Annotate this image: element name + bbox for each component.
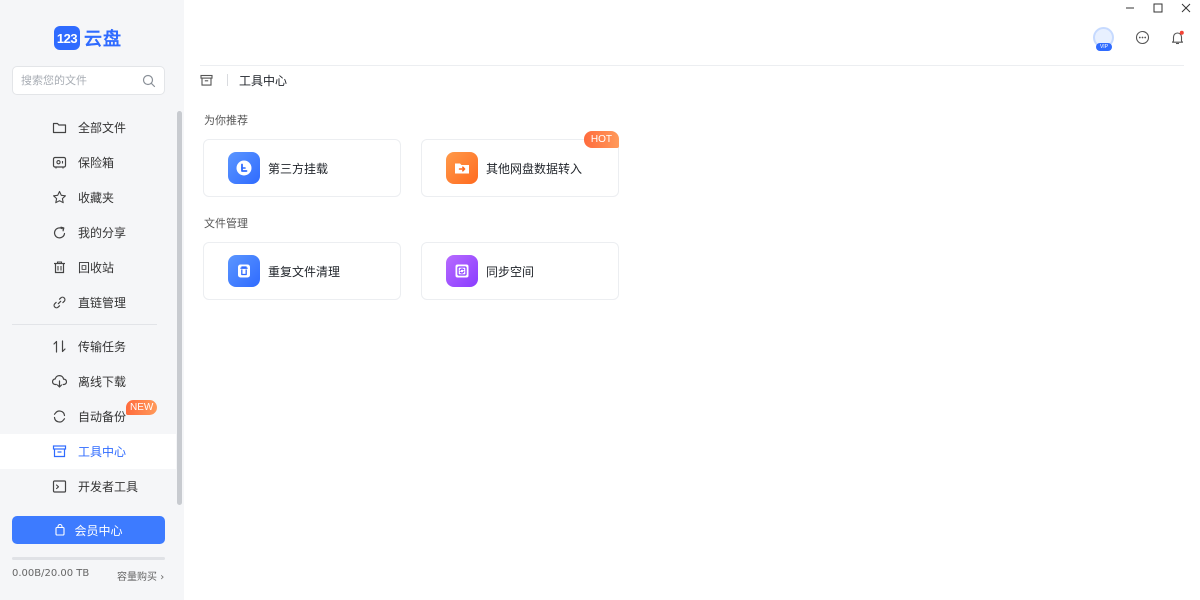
sidebar-item-label: 工具中心 xyxy=(78,445,127,459)
section-title-file-management: 文件管理 xyxy=(204,217,248,230)
header-divider xyxy=(200,65,1184,66)
sidebar-item-direct-link[interactable]: 直链管理 xyxy=(0,285,176,320)
sidebar-item-auto-backup[interactable]: 自动备份 NEW xyxy=(0,399,176,434)
card-label: 其他网盘数据转入 xyxy=(486,161,583,176)
link-icon xyxy=(53,296,66,309)
toolbox-icon xyxy=(52,445,67,458)
tool-card-third-party-mount[interactable]: 第三方挂载 xyxy=(203,139,401,197)
storage-progress-bar xyxy=(12,557,165,560)
vip-center-button[interactable]: 会员中心 xyxy=(12,516,165,544)
bell-icon[interactable] xyxy=(1170,30,1185,45)
vip-bag-icon xyxy=(55,524,66,536)
search-box[interactable] xyxy=(12,66,165,95)
safe-icon xyxy=(52,156,67,169)
sidebar-item-label: 开发者工具 xyxy=(78,480,139,494)
maximize-button[interactable] xyxy=(1144,0,1172,16)
trash-icon xyxy=(54,261,65,274)
sidebar-item-label: 回收站 xyxy=(78,261,115,275)
minimize-icon xyxy=(1126,7,1134,9)
sidebar-item-label: 自动备份 xyxy=(78,410,127,424)
sync-space-icon xyxy=(446,255,478,287)
sidebar-item-all-files[interactable]: 全部文件 xyxy=(0,110,176,145)
sync-icon xyxy=(53,410,66,423)
section-title-recommended: 为你推荐 xyxy=(204,114,248,127)
sidebar-item-transfer-tasks[interactable]: 传输任务 xyxy=(0,329,176,364)
card-label: 第三方挂载 xyxy=(268,161,329,176)
sidebar-item-safe-box[interactable]: 保险箱 xyxy=(0,145,176,180)
sidebar-item-tool-center[interactable]: 工具中心 xyxy=(0,434,176,469)
transfer-icon xyxy=(53,340,66,353)
card-label: 同步空间 xyxy=(486,264,535,279)
search-icon[interactable] xyxy=(142,74,156,88)
sidebar-item-developer-tools[interactable]: 开发者工具 xyxy=(0,469,176,504)
tool-card-sync-space[interactable]: 同步空间 xyxy=(421,242,619,300)
nav-divider xyxy=(12,324,157,325)
capacity-purchase-label: 容量购买 xyxy=(117,572,157,583)
folder-import-icon xyxy=(446,152,478,184)
breadcrumb: 工具中心 xyxy=(200,72,287,88)
cloud-download-icon xyxy=(52,375,67,388)
sidebar-item-label: 离线下载 xyxy=(78,375,127,389)
folder-icon xyxy=(52,122,67,134)
duplicate-cleanup-icon xyxy=(228,255,260,287)
breadcrumb-current: 工具中心 xyxy=(239,73,288,88)
toolbox-icon[interactable] xyxy=(200,74,213,87)
new-badge: NEW xyxy=(126,400,158,415)
close-icon xyxy=(1181,3,1191,13)
logo-mark: 123 xyxy=(54,26,80,50)
sidebar-item-recycle-bin[interactable]: 回收站 xyxy=(0,250,176,285)
tool-card-duplicate-cleanup[interactable]: 重复文件清理 xyxy=(203,242,401,300)
more-icon[interactable] xyxy=(1135,30,1150,45)
hot-badge: HOT xyxy=(583,131,619,148)
terminal-icon xyxy=(52,480,67,493)
breadcrumb-separator xyxy=(227,74,228,86)
sidebar-item-label: 全部文件 xyxy=(78,121,127,135)
card-label: 重复文件清理 xyxy=(268,264,341,279)
third-party-mount-icon xyxy=(228,152,260,184)
maximize-icon xyxy=(1153,3,1163,13)
sidebar: 123 云盘 全部文件 保险箱 收藏夹 我的分享 回收站 直链管理 xyxy=(0,0,184,600)
tool-card-other-disk-import[interactable]: 其他网盘数据转入 HOT xyxy=(421,131,619,197)
sidebar-item-label: 直链管理 xyxy=(78,296,127,310)
vip-tag: VIP xyxy=(1096,43,1112,51)
sidebar-item-my-shares[interactable]: 我的分享 xyxy=(0,215,176,250)
minimize-button[interactable] xyxy=(1116,0,1144,16)
app-logo[interactable]: 123 云盘 xyxy=(54,25,122,51)
chevron-right-icon: › xyxy=(160,572,165,583)
storage-usage-text: 0.00B/20.00 TB xyxy=(12,568,90,579)
star-icon xyxy=(53,190,66,204)
sidebar-nav: 全部文件 保险箱 收藏夹 我的分享 回收站 直链管理 传输任务 离线下载 自动备… xyxy=(0,110,176,504)
search-input[interactable] xyxy=(21,74,131,87)
share-icon xyxy=(53,226,66,239)
sidebar-scrollbar[interactable] xyxy=(177,111,182,505)
vip-button-label: 会员中心 xyxy=(74,523,123,538)
sidebar-item-favorites[interactable]: 收藏夹 xyxy=(0,180,176,215)
sidebar-item-label: 保险箱 xyxy=(78,156,115,170)
sidebar-item-offline-download[interactable]: 离线下载 xyxy=(0,364,176,399)
window-controls xyxy=(1116,0,1200,16)
capacity-purchase-link[interactable]: 容量购买 › xyxy=(117,568,164,583)
sidebar-item-label: 传输任务 xyxy=(78,340,127,354)
sidebar-item-label: 我的分享 xyxy=(78,226,127,240)
logo-text: 云盘 xyxy=(84,29,122,50)
close-button[interactable] xyxy=(1172,0,1200,16)
sidebar-item-label: 收藏夹 xyxy=(78,191,115,205)
